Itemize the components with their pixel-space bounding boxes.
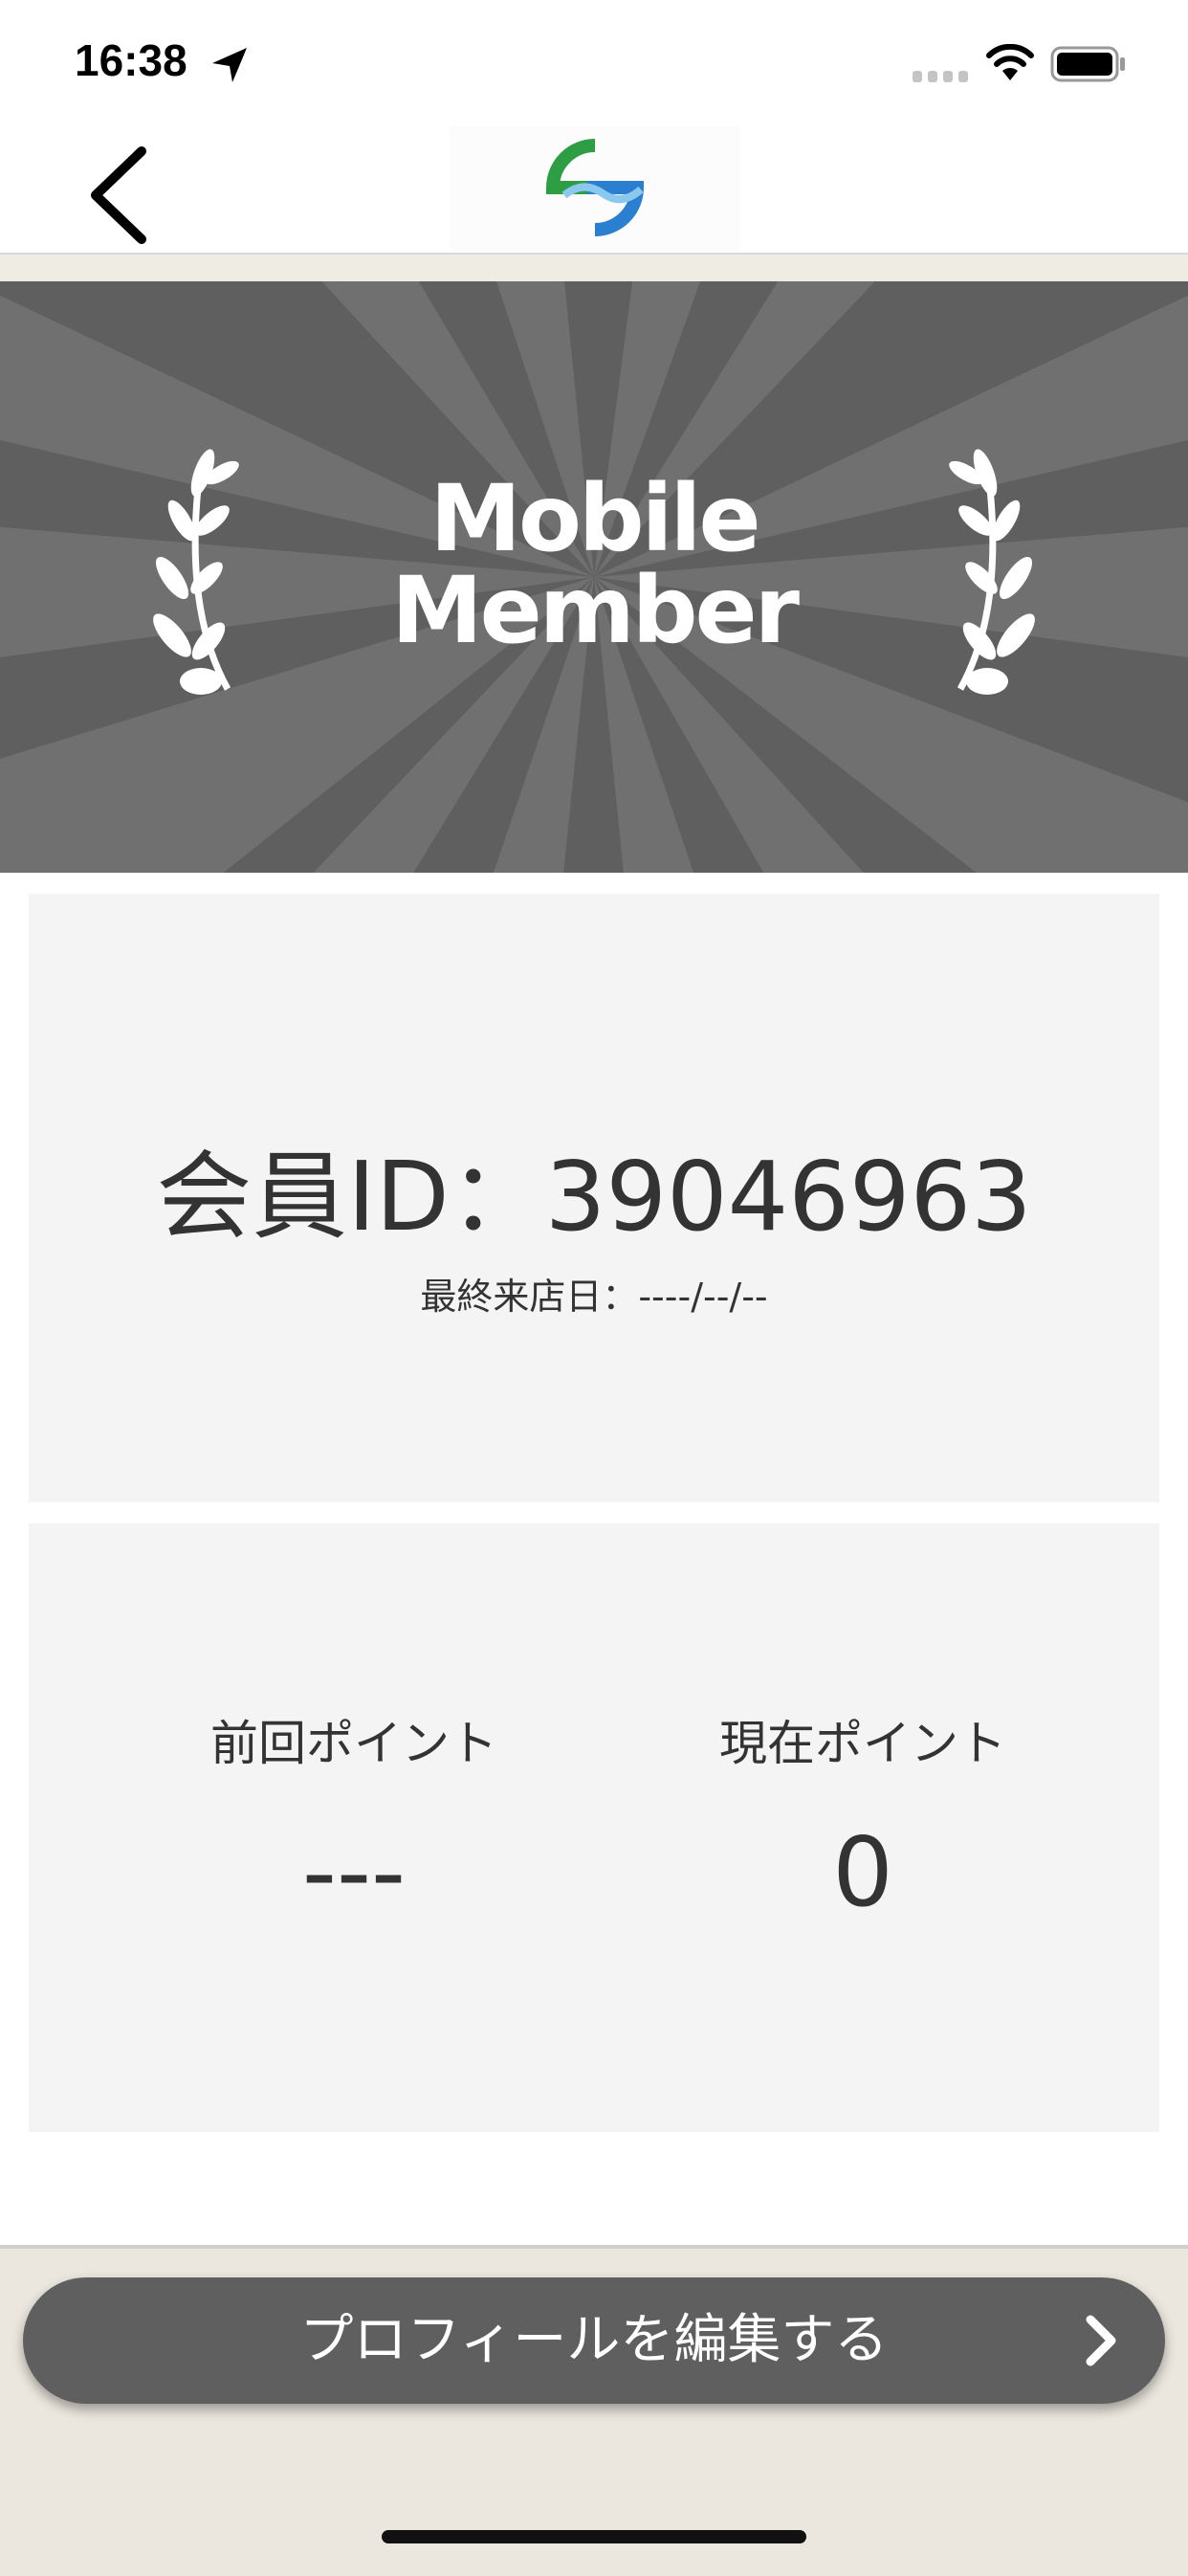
member-id: 会員ID：39046963 xyxy=(156,1141,1032,1253)
hero-title: Mobile Member xyxy=(307,473,881,656)
laurel-left-icon xyxy=(153,449,239,695)
previous-points-label: 前回ポイント xyxy=(210,1716,497,1771)
content-area: 会員ID：39046963 最終来店日：----/--/-- 前回ポイント --… xyxy=(0,873,1188,2247)
previous-points: 前回ポイント --- xyxy=(115,1715,593,1925)
home-indicator[interactable] xyxy=(382,2530,806,2543)
current-points-value: 0 xyxy=(832,1816,893,1928)
battery-icon xyxy=(1050,46,1125,82)
previous-points-value: --- xyxy=(301,1816,407,1928)
edit-profile-button[interactable]: プロフィールを編集する xyxy=(23,2277,1165,2404)
edit-profile-label: プロフィールを編集する xyxy=(299,2309,889,2371)
current-points: 現在ポイント 0 xyxy=(624,1715,1102,1925)
cellular-signal-icon xyxy=(913,71,968,82)
back-button[interactable] xyxy=(75,134,161,249)
laurel-right-icon xyxy=(949,449,1035,695)
bottom-area: プロフィールを編集する xyxy=(0,2245,1188,2576)
status-time: 16:38 xyxy=(75,35,187,85)
texture-strip xyxy=(0,255,1188,281)
status-bar: 16:38 xyxy=(0,0,1188,126)
navigation-bar xyxy=(0,126,1188,255)
chevron-right-icon xyxy=(1086,2315,1116,2366)
hero-banner: Mobile Member xyxy=(0,281,1188,873)
wave-logo-icon xyxy=(545,139,645,236)
hero-title-line2: Member xyxy=(391,557,800,664)
member-card: 会員ID：39046963 最終来店日：----/--/-- xyxy=(29,894,1159,1502)
current-points-label: 現在ポイント xyxy=(719,1716,1006,1771)
last-visit-date: 最終来店日：----/--/-- xyxy=(420,1276,768,1318)
hero-title-line1: Mobile xyxy=(429,465,760,572)
app-logo xyxy=(450,126,740,251)
chevron-left-icon xyxy=(91,146,146,244)
points-card: 前回ポイント --- 現在ポイント 0 xyxy=(29,1523,1159,2132)
wifi-icon xyxy=(986,44,1034,80)
location-arrow-icon xyxy=(212,48,247,82)
